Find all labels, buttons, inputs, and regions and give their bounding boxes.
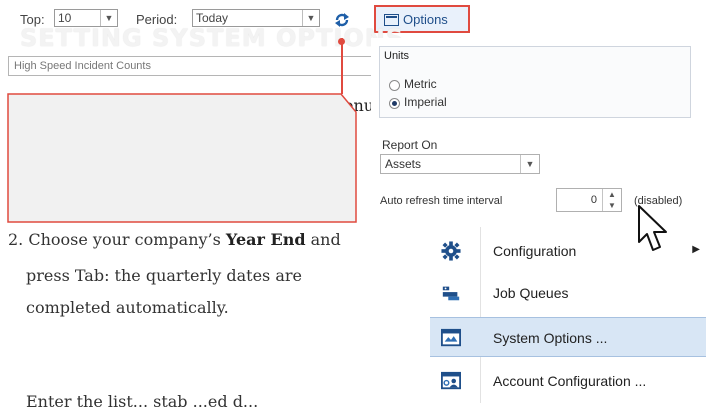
imperial-radio[interactable] (389, 98, 400, 109)
menu-text-fragment: enu (344, 96, 375, 115)
metric-radio[interactable] (389, 80, 400, 91)
report-on-value: Assets (385, 157, 422, 171)
options-button-label: Options (403, 12, 448, 27)
step-2-year-end: Year End (225, 230, 306, 249)
report-name-field[interactable]: High Speed Incident Counts (8, 56, 378, 76)
job-queue-icon (442, 286, 460, 301)
faded-heading: SETTING SYSTEM OPTIONS (20, 24, 405, 52)
menu-item-job-queues[interactable]: Job Queues (430, 273, 706, 313)
step-3-partial: Enter the list... stab ...ed d... (26, 392, 259, 411)
chevron-right-icon: ▶ (692, 244, 700, 255)
menu-item-account-configuration[interactable]: Account Configuration ... (430, 361, 706, 401)
units-title: Units (384, 50, 410, 62)
callout-connector (341, 38, 343, 94)
top-select-value: 10 (58, 11, 72, 25)
auto-refresh-stepper[interactable]: 0 ▲ ▼ (556, 188, 622, 212)
period-select-value: Today (196, 11, 229, 25)
spin-arrows-icon[interactable]: ▲ ▼ (602, 189, 621, 211)
metric-label: Metric (404, 77, 437, 91)
menu-item-label: Job Queues (493, 285, 569, 301)
step-2-line-2: press Tab: the quarterly dates are (26, 266, 302, 285)
chevron-down-icon: ▼ (520, 155, 539, 173)
gear-icon (441, 241, 461, 261)
account-config-icon (441, 371, 461, 390)
menu-item-label: Configuration (493, 243, 577, 259)
step-2-line-3: completed automatically. (26, 298, 229, 317)
menu-item-label: Account Configuration ... (493, 373, 647, 389)
system-options-icon (441, 328, 461, 347)
step-2-prefix: 2. Choose your company’s (8, 230, 226, 249)
report-on-label: Report On (382, 138, 438, 152)
step-2-line-1: 2. Choose your company’s Year End and (8, 230, 341, 249)
imperial-label: Imperial (404, 95, 447, 109)
auto-refresh-label: Auto refresh time interval (380, 195, 503, 207)
step-2-suffix: and (305, 230, 341, 249)
report-on-select[interactable]: Assets ▼ (380, 154, 540, 174)
menu-item-label: System Options ... (493, 330, 608, 346)
menu-item-system-options[interactable]: System Options ... (430, 317, 706, 357)
auto-refresh-value: 0 (590, 194, 597, 206)
mouse-pointer-icon (638, 205, 667, 251)
